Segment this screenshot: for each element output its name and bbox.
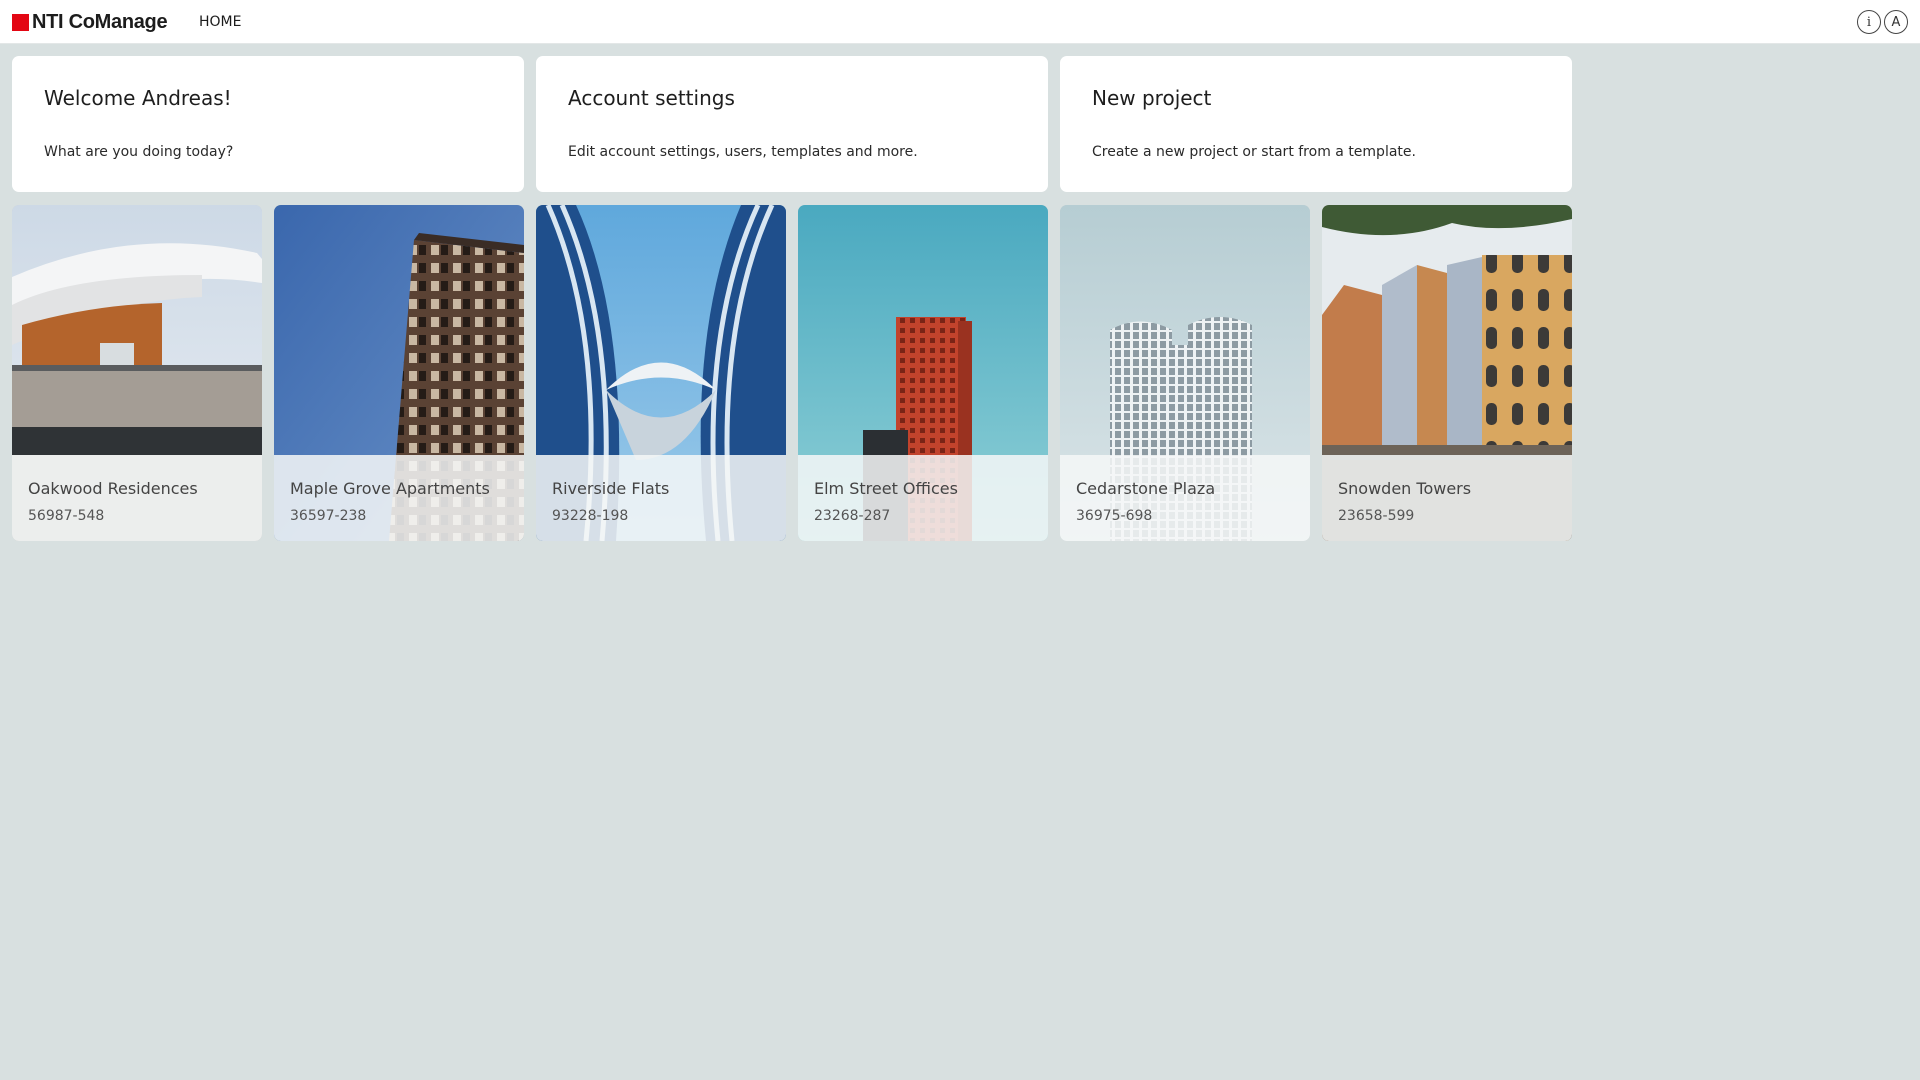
project-number: 36975-698: [1076, 508, 1153, 524]
account-settings-description: Edit account settings, users, templates …: [568, 144, 918, 160]
account-avatar-icon[interactable]: A: [1884, 10, 1908, 34]
project-number: 23658-599: [1338, 508, 1415, 524]
nav-home-link[interactable]: HOME: [199, 14, 241, 30]
project-tile[interactable]: Oakwood Residences 56987-548: [12, 205, 262, 541]
account-settings-card[interactable]: Account settings Edit account settings, …: [536, 56, 1048, 192]
new-project-description: Create a new project or start from a tem…: [1092, 144, 1416, 160]
project-name: Elm Street Offices: [814, 479, 958, 498]
project-tile[interactable]: Elm Street Offices 23268-287: [798, 205, 1048, 541]
project-name: Snowden Towers: [1338, 479, 1472, 498]
project-number: 23268-287: [814, 508, 891, 524]
project-number: 56987-548: [28, 508, 105, 524]
app-logo[interactable]: NTI CoManage: [12, 11, 168, 34]
project-info: Riverside Flats 93228-198: [536, 455, 786, 541]
new-project-card[interactable]: New project Create a new project or star…: [1060, 56, 1572, 192]
project-info: Oakwood Residences 56987-548: [12, 455, 262, 541]
project-number: 93228-198: [552, 508, 629, 524]
welcome-description: What are you doing today?: [44, 144, 234, 160]
new-project-title: New project: [1092, 86, 1212, 110]
project-tile[interactable]: Cedarstone Plaza 36975-698: [1060, 205, 1310, 541]
project-tile[interactable]: Maple Grove Apartments 36597-238: [274, 205, 524, 541]
project-name: Maple Grove Apartments: [290, 479, 490, 498]
project-name: Oakwood Residences: [28, 479, 198, 498]
app-name: NTI CoManage: [32, 11, 168, 33]
project-info: Snowden Towers 23658-599: [1322, 455, 1572, 541]
welcome-title: Welcome Andreas!: [44, 86, 232, 110]
project-name: Riverside Flats: [552, 479, 670, 498]
nti-logo-icon: [12, 14, 29, 31]
header-actions: i A: [1857, 10, 1908, 34]
project-tile[interactable]: Snowden Towers 23658-599: [1322, 205, 1572, 541]
info-icon[interactable]: i: [1857, 10, 1881, 34]
account-settings-title: Account settings: [568, 86, 735, 110]
project-info: Elm Street Offices 23268-287: [798, 455, 1048, 541]
project-name: Cedarstone Plaza: [1076, 479, 1216, 498]
project-number: 36597-238: [290, 508, 367, 524]
project-tile[interactable]: Riverside Flats 93228-198: [536, 205, 786, 541]
welcome-card: Welcome Andreas! What are you doing toda…: [12, 56, 524, 192]
project-info: Cedarstone Plaza 36975-698: [1060, 455, 1310, 541]
project-info: Maple Grove Apartments 36597-238: [274, 455, 524, 541]
top-bar: NTI CoManage HOME i A: [0, 0, 1920, 44]
